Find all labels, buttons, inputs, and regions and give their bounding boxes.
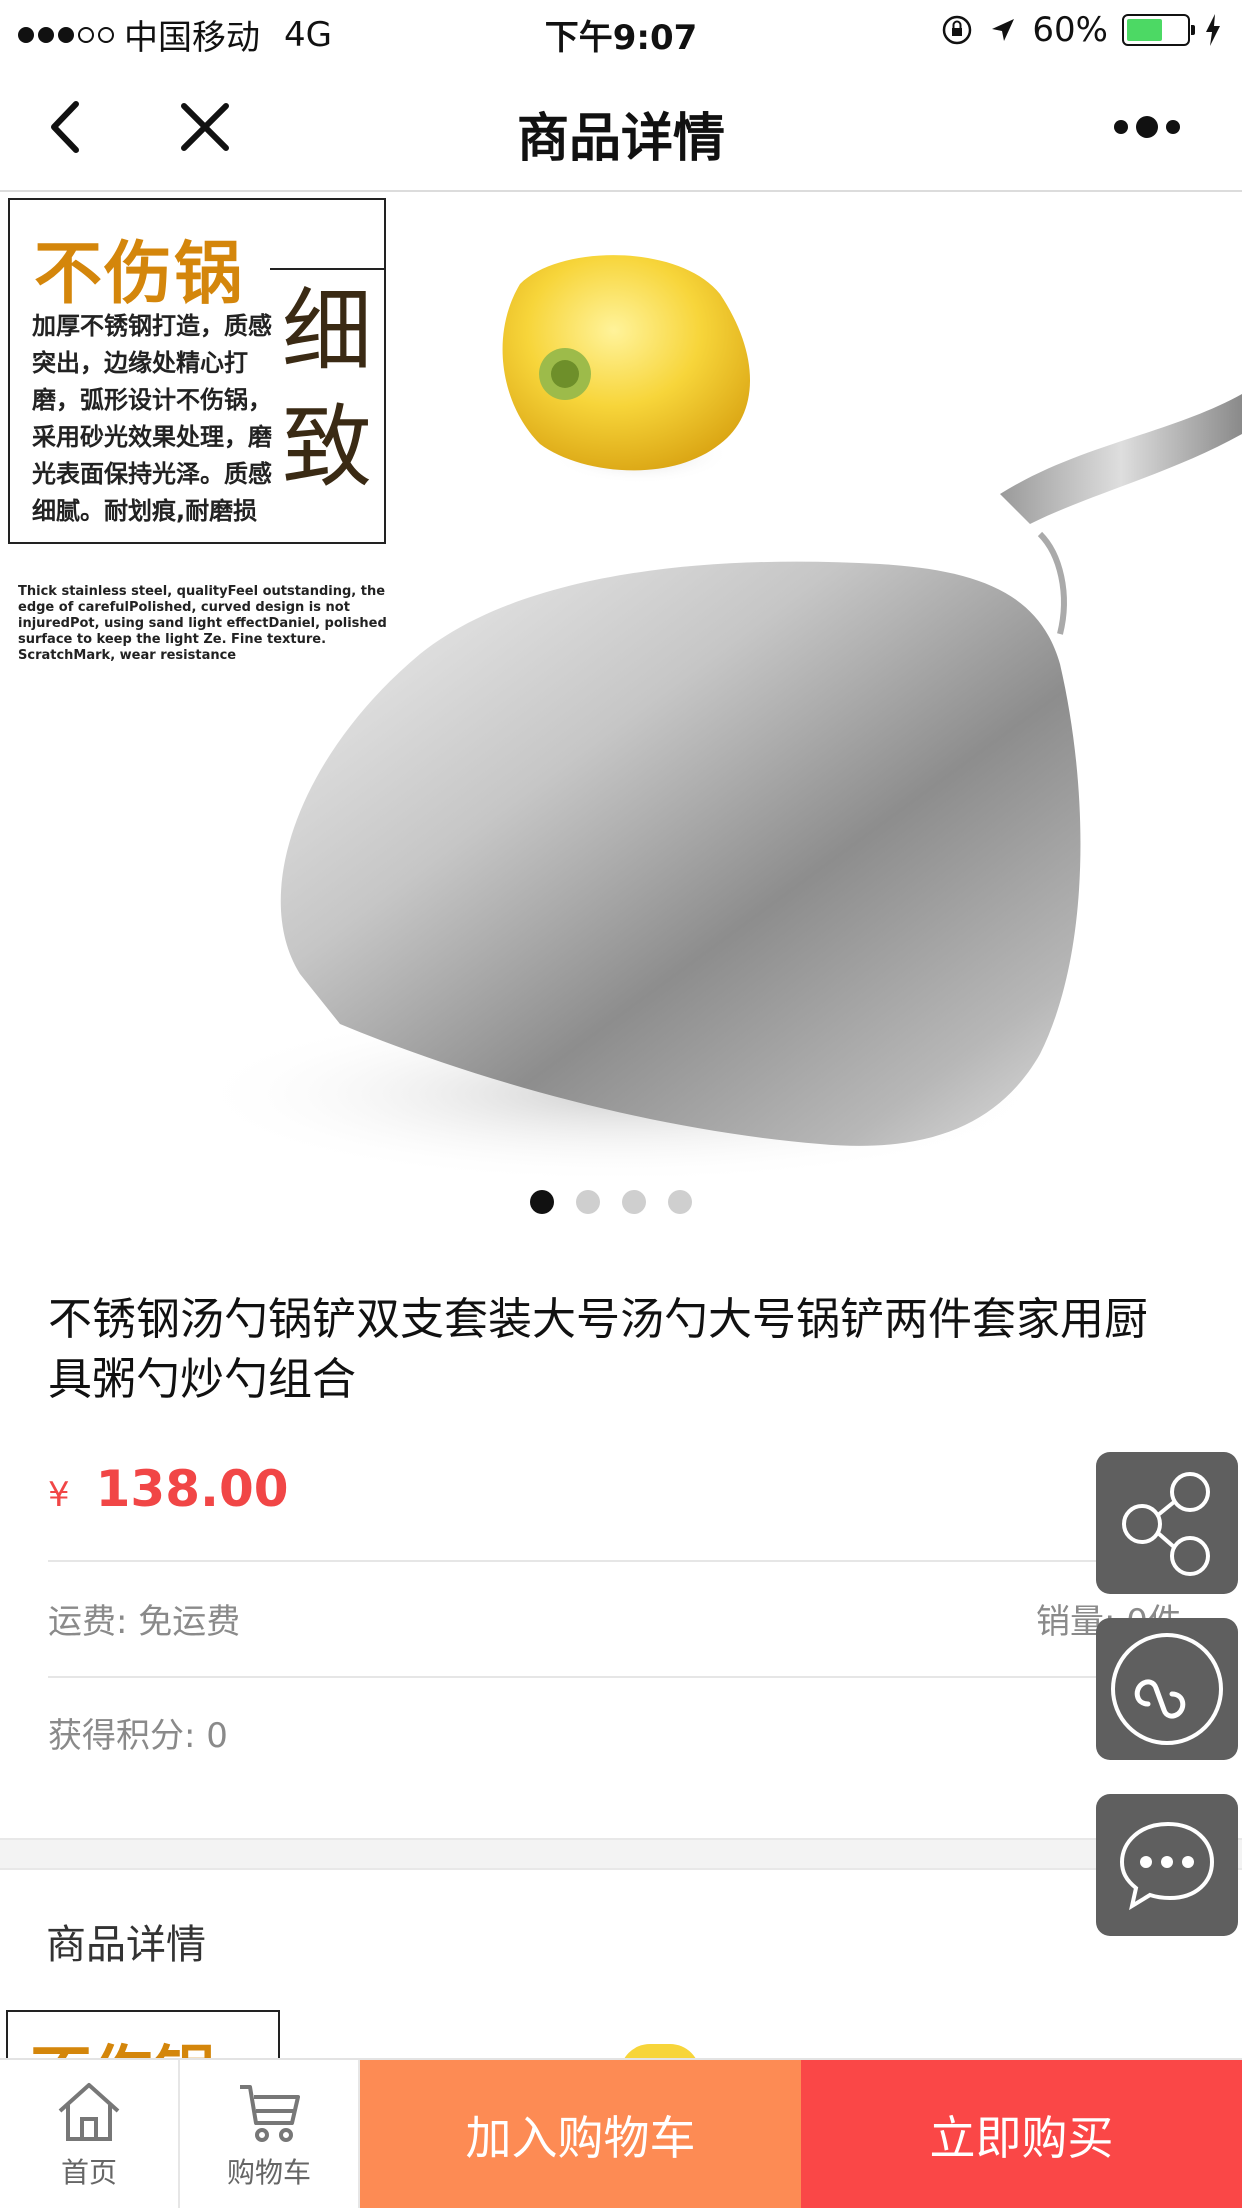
mini-program-link-icon xyxy=(1111,1633,1223,1745)
carousel-indicator xyxy=(530,1190,692,1214)
more-menu-button[interactable] xyxy=(1092,102,1202,152)
feature-callout-big-char-1: 细 xyxy=(282,279,372,384)
shipping-info: 运费: 免运费 xyxy=(48,1602,241,1642)
rotation-lock-icon xyxy=(943,15,972,45)
bottom-action-bar: 首页 购物车 加入购物车 立即购买 xyxy=(0,2058,1242,2208)
home-tab[interactable]: 首页 xyxy=(0,2060,180,2208)
detail-section-heading: 商品详情 xyxy=(46,1922,206,1968)
cart-icon xyxy=(240,2085,300,2142)
battery-percent: 60% xyxy=(1032,10,1108,50)
location-arrow-icon xyxy=(992,19,1015,41)
product-image-carousel[interactable]: 不伤锅 加厚不锈钢打造，质感突出，边缘处精心打磨，弧形设计不伤锅，采用砂光效果处… xyxy=(0,194,1242,1242)
feature-callout-title: 不伤锅 xyxy=(34,235,245,314)
home-icon xyxy=(58,2083,120,2141)
charging-bolt-icon xyxy=(1206,14,1220,46)
divider xyxy=(48,1560,1194,1562)
battery-icon xyxy=(1122,14,1195,46)
currency-symbol: ¥ xyxy=(48,1475,70,1515)
cart-tab-label: 购物车 xyxy=(226,2156,311,2189)
add-to-cart-button[interactable]: 加入购物车 xyxy=(360,2060,801,2208)
mini-program-link-button[interactable] xyxy=(1096,1618,1238,1760)
customer-service-button[interactable] xyxy=(1096,1794,1238,1936)
home-tab-label: 首页 xyxy=(60,2156,117,2189)
product-title: 不锈钢汤勺锅铲双支套装大号汤勺大号锅铲两件套家用厨具粥勺炒勺组合 xyxy=(48,1294,1148,1405)
chat-bubble-icon xyxy=(1119,1821,1215,1911)
more-dots-icon xyxy=(1114,120,1128,134)
carousel-dot[interactable] xyxy=(622,1190,646,1214)
feature-callout-english: Thick stainless steel, qualityFeel outst… xyxy=(18,584,387,663)
carousel-dot[interactable] xyxy=(668,1190,692,1214)
price-value: 138.00 xyxy=(95,1460,289,1518)
section-separator xyxy=(0,1838,1242,1870)
carousel-dot[interactable] xyxy=(530,1190,554,1214)
feature-callout-big-text: 细 致 xyxy=(272,274,382,506)
cart-tab[interactable]: 购物车 xyxy=(180,2060,360,2208)
navigation-bar: 商品详情 xyxy=(0,62,1242,192)
points-info: 获得积分: 0 xyxy=(48,1716,228,1756)
price: ¥ 138.00 xyxy=(48,1460,289,1518)
feature-callout-text: 加厚不锈钢打造，质感突出，边缘处精心打磨，弧形设计不伤锅，采用砂光效果处理，磨光… xyxy=(32,312,272,525)
status-right: 60% xyxy=(940,10,1222,50)
carousel-dot[interactable] xyxy=(576,1190,600,1214)
share-button[interactable] xyxy=(1096,1452,1238,1594)
divider xyxy=(48,1676,1194,1678)
page-title: 商品详情 xyxy=(516,109,725,169)
status-bar: 中国移动 4G 下午9:07 60% xyxy=(0,0,1242,62)
feature-callout-big-char-2: 致 xyxy=(282,395,372,500)
callout-divider xyxy=(270,268,386,270)
buy-now-button[interactable]: 立即购买 xyxy=(801,2060,1242,2208)
share-icon xyxy=(1122,1472,1210,1576)
